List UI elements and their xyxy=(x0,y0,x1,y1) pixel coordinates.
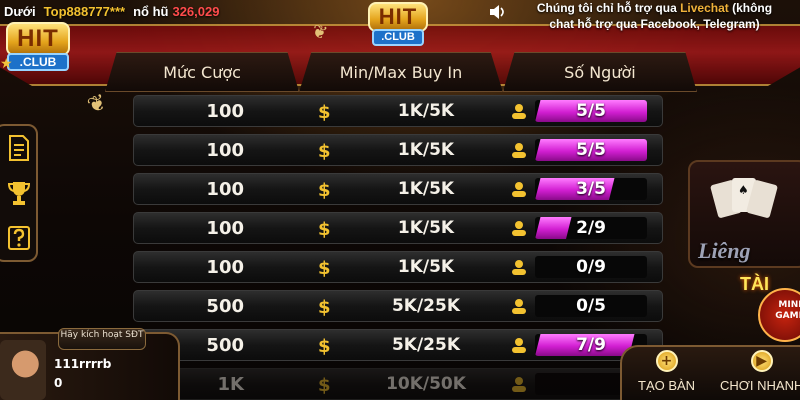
trophy-icon[interactable] xyxy=(7,180,31,206)
table-header: Mức Cược Min/Max Buy In Số Người xyxy=(105,52,697,92)
row-buyin: 1K/5K xyxy=(397,179,455,199)
center-logo-club-text: .CLUB xyxy=(372,29,424,46)
player-count-bar: 2/9 xyxy=(535,217,647,239)
lieng-label: Liêng xyxy=(698,238,751,263)
table-row[interactable]: 100 $ 1K/5K 2/9 xyxy=(133,212,663,244)
username: 111rrrrb xyxy=(54,357,112,371)
header-players: Số Người xyxy=(502,52,697,92)
user-icon xyxy=(512,143,526,158)
header-buyin: Min/Max Buy In xyxy=(299,52,503,92)
row-players: 5/5 xyxy=(576,101,606,121)
center-logo-hit-text: HIT xyxy=(368,2,428,32)
dollar-icon: $ xyxy=(318,219,331,240)
row-players: 3/5 xyxy=(576,179,606,199)
play-icon: ▶ xyxy=(750,350,773,372)
user-icon xyxy=(512,221,526,236)
dollar-icon: $ xyxy=(318,297,331,318)
table-row[interactable]: 100 $ 1K/5K 0/9 xyxy=(133,251,663,283)
row-players: 0/9 xyxy=(576,257,606,277)
dollar-icon: $ xyxy=(318,141,331,162)
player-count-bar: 0/5 xyxy=(535,295,647,317)
user-icon xyxy=(512,182,526,197)
row-buyin: 5K/25K xyxy=(391,296,461,316)
support-line1: Chúng tôi chỉ hỗ trợ qua xyxy=(536,1,681,15)
row-buyin: 10K/50K xyxy=(386,374,466,394)
star-icon: ★ xyxy=(0,56,13,72)
header-bet: Mức Cược xyxy=(105,52,300,92)
user-icon xyxy=(512,338,526,353)
ticker-jackpot-label: nổ hũ xyxy=(133,3,169,19)
row-buyin: 1K/5K xyxy=(397,140,455,160)
avatar[interactable] xyxy=(0,340,46,400)
support-line1-tail: (không xyxy=(728,1,773,15)
table-row[interactable]: 100 $ 1K/5K 5/5 xyxy=(133,134,663,166)
row-players: 2/9 xyxy=(576,218,606,238)
row-buyin: 5K/25K xyxy=(391,335,461,355)
row-bet: 500 xyxy=(206,295,244,317)
user-icon xyxy=(512,104,526,119)
center-logo: HIT .CLUB xyxy=(368,2,428,46)
lieng-game-promo[interactable]: ♠ Liêng xyxy=(688,160,800,268)
side-menu xyxy=(0,124,38,262)
player-count-bar: 5/5 xyxy=(535,139,647,161)
quick-play-label: CHƠI NHANH xyxy=(720,378,800,393)
tai-label: TÀI xyxy=(740,274,769,294)
user-icon xyxy=(512,377,526,392)
minigame-label: MINI GAME xyxy=(775,300,800,321)
bird-icon: ❦ xyxy=(84,89,111,120)
ticker-jackpot-amount: 326,029 xyxy=(172,3,220,19)
dollar-icon: $ xyxy=(318,102,331,123)
ticker-prefix: Dưới xyxy=(4,3,36,19)
row-players: 0/5 xyxy=(576,296,606,316)
create-table-button[interactable]: + TẠO BÀN xyxy=(638,350,695,393)
logo-club-text: .CLUB xyxy=(7,53,69,71)
dollar-icon: $ xyxy=(318,336,331,357)
row-buyin: 1K/5K xyxy=(397,101,455,121)
row-buyin: 1K/5K xyxy=(397,218,455,238)
tai-xiu-minigame[interactable]: TÀI MINI GAME xyxy=(740,272,800,342)
table-row[interactable]: 500 $ 5K/25K 7/9 xyxy=(133,329,663,361)
row-bet: 100 xyxy=(206,100,244,122)
create-table-label: TẠO BÀN xyxy=(638,378,696,393)
ticker-player: Top888777*** xyxy=(43,3,126,19)
help-icon[interactable] xyxy=(7,225,31,251)
svg-text:♠: ♠ xyxy=(738,183,749,197)
user-icon xyxy=(512,299,526,314)
activate-phone-button[interactable]: Hãy kích hoạt SĐT xyxy=(58,328,146,350)
table-row[interactable]: 1K $ 10K/50K xyxy=(133,368,663,400)
table-row[interactable]: 500 $ 5K/25K 0/5 xyxy=(133,290,663,322)
livechat-link[interactable]: Livechat xyxy=(680,1,729,15)
row-bet: 100 xyxy=(206,256,244,278)
player-count-bar: 3/5 xyxy=(535,178,647,200)
row-bet: 100 xyxy=(206,217,244,239)
user-balance: 0 xyxy=(54,376,63,390)
player-count-bar: 5/5 xyxy=(535,100,647,122)
logo-hit-text: HIT xyxy=(6,22,70,56)
document-icon[interactable] xyxy=(7,135,31,162)
player-count-bar: 0/9 xyxy=(535,256,647,278)
plus-icon: + xyxy=(655,350,678,372)
quick-play-button[interactable]: ▶ CHƠI NHANH xyxy=(720,350,800,393)
support-line2: chat hỗ trợ qua Facebook, Telegram) xyxy=(549,17,760,31)
support-notice: Chúng tôi chỉ hỗ trợ qua Livechat (không… xyxy=(527,0,782,32)
table-row[interactable]: 100 $ 1K/5K 5/5 xyxy=(133,95,663,127)
table-row[interactable]: 100 $ 1K/5K 3/5 xyxy=(133,173,663,205)
row-bet: 100 xyxy=(206,139,244,161)
room-table: 100 $ 1K/5K 5/5 100 $ 1K/5K 5/5 100 $ 1K… xyxy=(133,95,663,400)
sound-icon[interactable] xyxy=(489,5,507,19)
row-buyin: 1K/5K xyxy=(397,257,455,277)
dollar-icon: $ xyxy=(318,258,331,279)
hit-club-logo[interactable]: HIT .CLUB xyxy=(6,22,70,71)
playing-cards-icon: ♠ xyxy=(710,178,778,218)
dollar-icon: $ xyxy=(318,180,331,201)
user-icon xyxy=(512,260,526,275)
row-players: 5/5 xyxy=(576,140,606,160)
dollar-icon: $ xyxy=(318,375,331,396)
row-bet: 100 xyxy=(206,178,244,200)
jackpot-ticker: Dưới Top888777*** nổ hũ 326,029 xyxy=(0,0,360,22)
